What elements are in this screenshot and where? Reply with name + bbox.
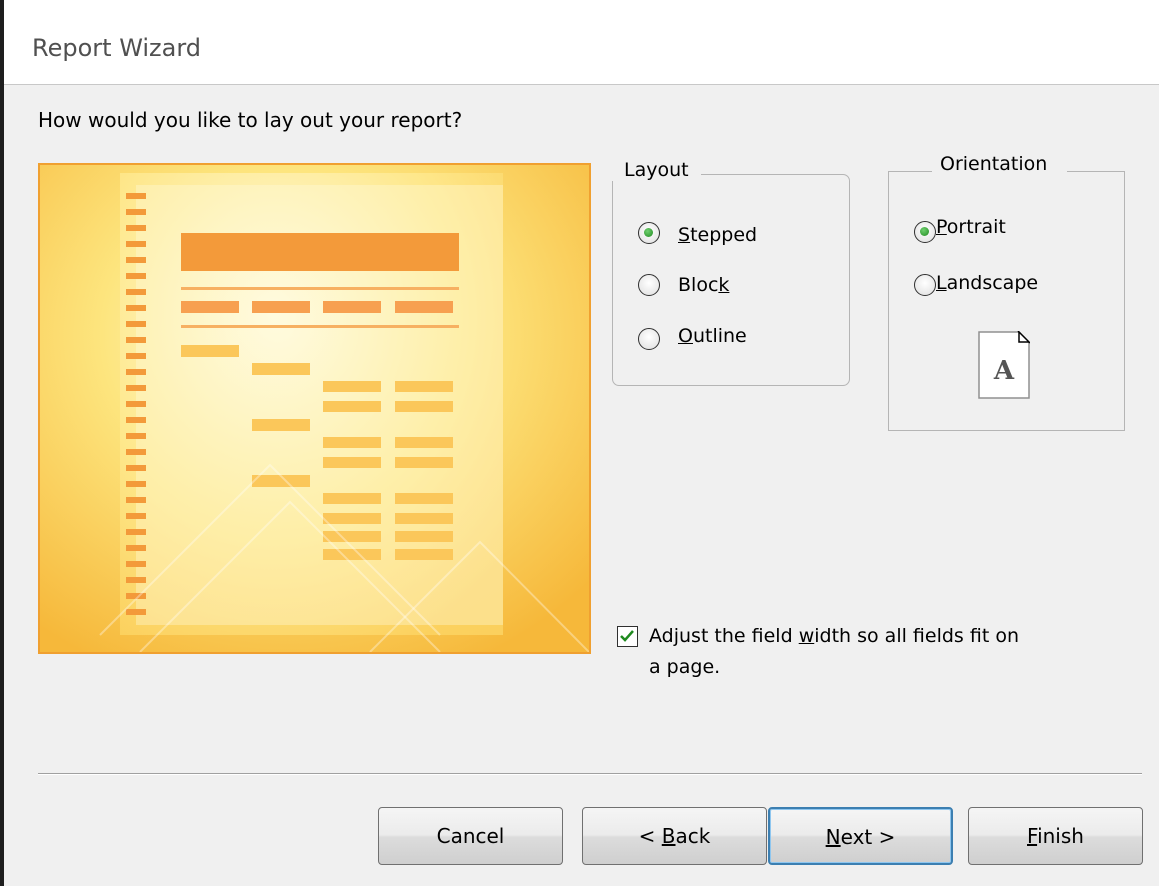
portrait-page-icon: A — [978, 330, 1031, 399]
landscape-label[interactable]: Landscape — [936, 272, 1038, 294]
back-button-accel: B — [661, 824, 676, 848]
portrait-label[interactable]: Portrait — [936, 216, 1006, 238]
wizard-prompt: How would you like to lay out your repor… — [38, 108, 463, 132]
next-button-rest: ext > — [840, 825, 896, 849]
layout-preview-image — [38, 163, 591, 654]
adjust-width-text-b: idth so all fields fit on — [814, 625, 1019, 647]
stepped-layout-illustration — [40, 165, 589, 652]
stepped-radio[interactable] — [638, 222, 660, 244]
wizard-body: How would you like to lay out your repor… — [4, 85, 1159, 886]
layout-legend: Layout — [612, 159, 701, 181]
adjust-width-checkbox[interactable] — [617, 626, 638, 647]
button-separator — [38, 773, 1142, 775]
adjust-width-accel: w — [798, 625, 815, 647]
next-button[interactable]: Next > — [768, 807, 953, 865]
landscape-label-rest: andscape — [946, 272, 1039, 294]
window-title: Report Wizard — [32, 34, 202, 62]
block-label[interactable]: Block — [678, 274, 729, 296]
outline-label[interactable]: Outline — [678, 325, 747, 347]
block-radio[interactable] — [638, 274, 660, 296]
back-button[interactable]: < Back — [582, 807, 767, 865]
back-button-prefix: < — [638, 824, 662, 848]
adjust-width-label-line2[interactable]: a page. — [649, 656, 720, 678]
next-button-accel: N — [825, 825, 841, 849]
outline-label-rest: utline — [692, 325, 747, 347]
cancel-button[interactable]: Cancel — [378, 807, 563, 865]
portrait-radio[interactable] — [914, 221, 936, 243]
portrait-accel: P — [936, 216, 947, 238]
adjust-width-text-a: Adjust the field — [649, 625, 799, 647]
landscape-radio[interactable] — [914, 274, 936, 296]
outline-accel: O — [678, 325, 693, 347]
stepped-accel: S — [678, 224, 691, 246]
block-label-start: Bloc — [678, 274, 719, 296]
finish-button-rest: inish — [1037, 824, 1084, 848]
report-wizard-window: Report Wizard How would you like to lay … — [0, 0, 1159, 886]
stepped-label-rest: tepped — [690, 224, 758, 246]
back-button-rest: ack — [675, 824, 711, 848]
block-accel: k — [718, 274, 730, 296]
stepped-label[interactable]: Stepped — [678, 224, 757, 246]
adjust-width-label-line1[interactable]: Adjust the field width so all fields fit… — [649, 625, 1019, 647]
landscape-accel: L — [936, 272, 947, 294]
title-bar[interactable]: Report Wizard — [4, 0, 1159, 85]
page-letter: A — [993, 356, 1015, 386]
portrait-label-rest: ortrait — [946, 216, 1006, 238]
orientation-legend: Orientation — [932, 153, 1068, 175]
finish-button-accel: F — [1027, 824, 1038, 848]
finish-button[interactable]: Finish — [968, 807, 1143, 865]
checkmark-icon — [620, 630, 634, 642]
outline-radio[interactable] — [638, 328, 660, 350]
